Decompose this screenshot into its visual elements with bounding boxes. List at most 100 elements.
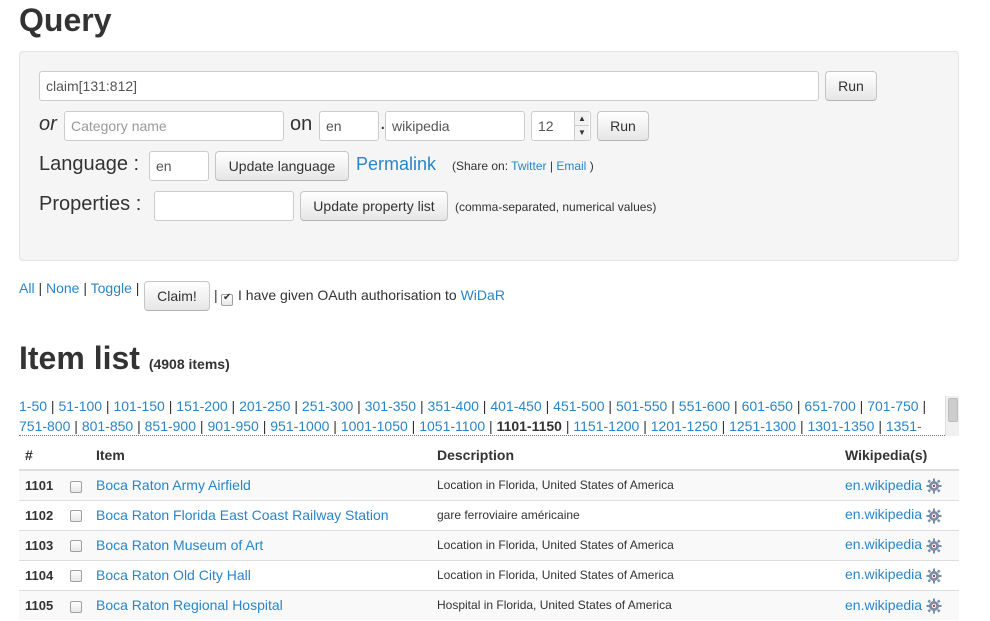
page-link[interactable]: 1001-1050 (341, 418, 408, 434)
page-link[interactable]: 651-700 (804, 398, 855, 414)
item-cell: Boca Raton Museum of Art (90, 529, 431, 560)
scrollbar-thumb[interactable] (948, 398, 958, 422)
page-separator: | (478, 398, 491, 414)
page-link[interactable]: 1051-1100 (419, 418, 485, 434)
page-link[interactable]: 1251-1300 (729, 418, 796, 434)
widar-link[interactable]: WiDaR (461, 287, 505, 303)
page-link[interactable]: 1-50 (19, 398, 47, 414)
description-cell: gare ferroviaire américaine (431, 499, 839, 530)
permalink-link[interactable]: Permalink (356, 154, 436, 175)
gear-icon[interactable] (926, 478, 942, 494)
pagination-scrollbar[interactable] (945, 396, 959, 436)
page-link[interactable]: 101-150 (113, 398, 164, 414)
page-separator: | (918, 398, 927, 414)
update-language-button[interactable]: Update language (215, 151, 349, 181)
row-number: 1105 (19, 589, 64, 620)
page-link[interactable]: 251-300 (302, 398, 353, 414)
update-property-list-button[interactable]: Update property list (300, 191, 448, 221)
category-depth-stepper[interactable]: 12 ▲ ▼ (531, 111, 591, 141)
wikipedia-link[interactable]: en.wikipedia (845, 597, 922, 613)
page-link[interactable]: 901-950 (207, 418, 258, 434)
page-link[interactable]: 601-650 (742, 398, 793, 414)
page-separator: | (258, 418, 271, 434)
item-cell: Boca Raton Florida East Coast Railway St… (90, 499, 431, 530)
category-project-input[interactable]: wikipedia (385, 111, 525, 141)
item-link[interactable]: Boca Raton Florida East Coast Railway St… (96, 507, 389, 523)
gear-icon[interactable] (926, 508, 942, 524)
twitter-link[interactable]: Twitter (511, 159, 546, 173)
wikipedia-cell: en.wikipedia (839, 499, 959, 530)
email-link[interactable]: Email (556, 159, 586, 173)
column-header-description: Description (431, 440, 839, 471)
page-link[interactable]: 201-250 (239, 398, 290, 414)
page-separator: | (796, 418, 808, 434)
page-link[interactable]: 951-1000 (270, 418, 329, 434)
page-link[interactable]: 1351- (886, 418, 922, 434)
item-cell: Boca Raton Old City Hall (90, 559, 431, 590)
spinner-down-icon[interactable]: ▼ (575, 126, 589, 140)
row-checkbox[interactable] (70, 510, 82, 523)
language-input[interactable]: en (149, 151, 209, 181)
spinner-up-icon[interactable]: ▲ (575, 112, 589, 126)
page-separator: | (604, 398, 616, 414)
description-cell: Location in Florida, United States of Am… (431, 469, 839, 500)
page-link[interactable]: 151-200 (176, 398, 227, 414)
page-link[interactable]: 551-600 (679, 398, 730, 414)
description-cell: Hospital in Florida, United States of Am… (431, 589, 839, 620)
claim-query-input[interactable]: claim[131:812] (39, 71, 819, 101)
description-cell: Location in Florida, United States of Am… (431, 529, 839, 560)
category-name-input[interactable]: Category name (64, 111, 284, 141)
gear-icon[interactable] (926, 598, 942, 614)
row-checkbox[interactable] (70, 600, 82, 613)
select-none-link[interactable]: None (46, 280, 79, 296)
on-label: on (290, 113, 313, 135)
run-category-button[interactable]: Run (597, 111, 649, 141)
wikipedia-link[interactable]: en.wikipedia (845, 536, 922, 552)
page-separator: | (639, 418, 651, 434)
page-link[interactable]: 351-400 (428, 398, 479, 414)
page-link[interactable]: 1301-1350 (807, 418, 874, 434)
page-link[interactable]: 401-450 (490, 398, 541, 414)
category-language-input[interactable]: en (319, 111, 379, 141)
depth-spinner[interactable]: ▲ ▼ (574, 112, 589, 140)
page-separator: | (70, 418, 82, 434)
page-link[interactable]: 451-500 (553, 398, 604, 414)
row-checkbox[interactable] (70, 480, 82, 493)
page-link[interactable]: 701-750 (867, 398, 918, 414)
oauth-checkbox[interactable] (221, 292, 233, 307)
page-link[interactable]: 851-900 (145, 418, 196, 434)
page-link[interactable]: 801-850 (82, 418, 133, 434)
share-on: (Share on: Twitter | Email ) (452, 159, 594, 173)
wikipedia-link[interactable]: en.wikipedia (845, 477, 922, 493)
page-separator: | (47, 398, 59, 414)
properties-input[interactable] (154, 191, 294, 221)
row-number: 1104 (19, 559, 64, 590)
item-link[interactable]: Boca Raton Regional Hospital (96, 597, 283, 613)
row-checkbox[interactable] (70, 570, 82, 583)
page-separator: | (730, 398, 742, 414)
item-list-heading: Item list (19, 340, 140, 376)
claim-button[interactable]: Claim! (144, 281, 210, 311)
gear-icon[interactable] (926, 568, 942, 584)
page-link[interactable]: 1201-1250 (651, 418, 718, 434)
wikipedia-cell: en.wikipedia (839, 469, 959, 500)
page-link[interactable]: 501-550 (616, 398, 667, 414)
page-separator: | (855, 398, 868, 414)
page-link[interactable]: 51-100 (58, 398, 102, 414)
row-checkbox[interactable] (70, 540, 82, 553)
page-separator: | (561, 418, 574, 434)
select-all-link[interactable]: All (19, 280, 35, 296)
wikipedia-cell: en.wikipedia (839, 529, 959, 560)
page-link[interactable]: 301-350 (365, 398, 416, 414)
wikipedia-link[interactable]: en.wikipedia (845, 506, 922, 522)
item-link[interactable]: Boca Raton Old City Hall (96, 567, 251, 583)
wikipedia-link[interactable]: en.wikipedia (845, 566, 922, 582)
gear-icon[interactable] (926, 538, 942, 554)
item-link[interactable]: Boca Raton Army Airfield (96, 477, 251, 493)
item-link[interactable]: Boca Raton Museum of Art (96, 537, 263, 553)
run-query-button[interactable]: Run (825, 71, 877, 101)
page-link[interactable]: 1151-1200 (573, 418, 639, 434)
table-row: 1101 Boca Raton Army Airfield Location in … (19, 469, 959, 500)
page-link[interactable]: 751-800 (19, 418, 70, 434)
toggle-selection-link[interactable]: Toggle (91, 280, 132, 296)
